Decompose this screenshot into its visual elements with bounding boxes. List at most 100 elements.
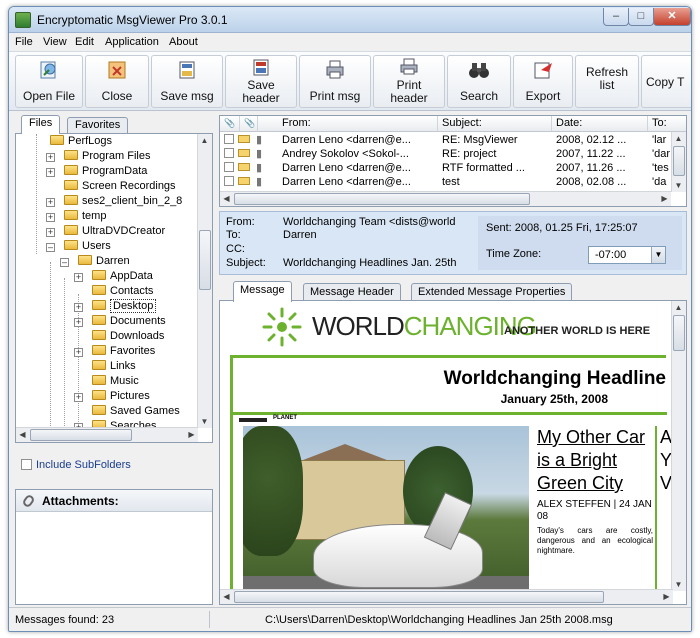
message-row[interactable]: ▮ Andrey Sokolov <Sokol-... RE: project … [220, 147, 671, 161]
search-button[interactable]: Search [447, 55, 511, 108]
column-header-attachment[interactable]: 📎 [240, 116, 258, 132]
expand-icon[interactable]: + [46, 228, 55, 237]
column-header-checkbox[interactable]: 📎 [220, 116, 240, 132]
tab-extended-properties[interactable]: Extended Message Properties [411, 283, 573, 301]
checkbox[interactable] [224, 134, 234, 144]
expand-icon[interactable]: + [46, 168, 55, 177]
checkbox[interactable] [224, 162, 234, 172]
expand-icon[interactable]: + [74, 348, 83, 357]
scroll-down-icon[interactable]: ▼ [672, 179, 685, 192]
tree-item[interactable]: Documents [92, 314, 166, 329]
expand-icon[interactable]: + [74, 393, 83, 402]
row-checkbox[interactable] [224, 175, 234, 189]
close-window-button[interactable]: ✕ [653, 8, 691, 26]
row-checkbox[interactable] [224, 133, 234, 147]
tree-item[interactable]: Program Files [64, 149, 150, 164]
tree-item[interactable]: PerfLogs [50, 134, 112, 149]
expand-icon[interactable]: + [74, 303, 83, 312]
message-row[interactable]: ▮ Darren Leno <darren@e... RTF formatted… [220, 161, 671, 175]
tree-item[interactable]: AppData [92, 269, 153, 284]
message-vertical-scrollbar[interactable]: ▲ ▼ [671, 301, 686, 591]
tree-horizontal-scrollbar[interactable]: ◀ ▶ [16, 427, 198, 442]
menu-file[interactable]: File [15, 36, 33, 48]
tree-item[interactable]: temp [64, 209, 106, 224]
tree-item[interactable]: Links [92, 359, 136, 374]
tree-item[interactable]: Downloads [92, 329, 164, 344]
message-row[interactable]: ▮ Darren Leno <darren@e... RE: MsgViewer… [220, 133, 671, 147]
export-button[interactable]: Export [513, 55, 573, 108]
tab-files[interactable]: Files [21, 115, 61, 134]
tree-item[interactable]: ses2_client_bin_2_8 [64, 194, 182, 209]
refresh-list-button[interactable]: Refresh list [575, 55, 639, 108]
tree-item[interactable]: Screen Recordings [64, 179, 176, 194]
scroll-left-icon[interactable]: ◀ [220, 192, 233, 205]
scroll-thumb[interactable] [30, 429, 132, 441]
article-title-link[interactable]: My Other Car is a Bright Green City [537, 426, 653, 495]
expand-icon[interactable]: + [46, 213, 55, 222]
tree-item-selected[interactable]: Desktop [92, 299, 157, 314]
minimize-button[interactable]: – [603, 8, 629, 26]
column-header-date[interactable]: Date: [552, 116, 648, 132]
close-button[interactable]: Close [85, 55, 149, 108]
include-subfolders-checkbox[interactable] [21, 459, 32, 470]
scroll-up-icon[interactable]: ▲ [672, 132, 685, 145]
scroll-up-icon[interactable]: ▲ [198, 134, 211, 147]
column-header-from[interactable]: From: [278, 116, 438, 132]
list-horizontal-scrollbar[interactable]: ◀ ▶ [220, 191, 671, 206]
expand-icon[interactable]: + [74, 318, 83, 327]
tab-favorites[interactable]: Favorites [67, 117, 129, 133]
collapse-icon[interactable]: – [46, 243, 55, 252]
open-file-button[interactable]: Open File [15, 55, 83, 108]
scroll-thumb[interactable] [234, 193, 530, 205]
tree-item[interactable]: ProgramData [64, 164, 147, 179]
article-photo[interactable] [243, 426, 529, 596]
list-vertical-scrollbar[interactable]: ▲ ▼ [671, 132, 686, 192]
tab-message-header[interactable]: Message Header [303, 283, 401, 301]
print-header-button[interactable]: Print header [373, 55, 445, 108]
tree-item[interactable]: Darren [78, 254, 130, 269]
message-row[interactable]: ▮ Darren Leno <darren@e... test 2008, 02… [220, 175, 671, 189]
save-msg-button[interactable]: Save msg [151, 55, 223, 108]
print-msg-button[interactable]: Print msg [299, 55, 371, 108]
scroll-right-icon[interactable]: ▶ [658, 192, 671, 205]
maximize-button[interactable]: □ [628, 8, 654, 26]
tree-item[interactable]: Saved Games [92, 404, 180, 419]
scroll-up-icon[interactable]: ▲ [672, 301, 685, 314]
timezone-select[interactable]: -07:00 ▼ [588, 246, 666, 264]
menu-edit[interactable]: Edit [75, 36, 94, 48]
row-checkbox[interactable] [224, 147, 234, 161]
column-header-to[interactable]: To: [648, 116, 686, 132]
scroll-left-icon[interactable]: ◀ [220, 590, 233, 603]
scroll-right-icon[interactable]: ▶ [185, 428, 198, 441]
copy-button[interactable]: Copy T [641, 55, 691, 108]
tree-item[interactable]: Contacts [92, 284, 153, 299]
menu-application[interactable]: Application [105, 36, 159, 48]
menu-view[interactable]: View [43, 36, 67, 48]
scroll-thumb[interactable] [199, 230, 211, 290]
menu-about[interactable]: About [169, 36, 198, 48]
expand-icon[interactable]: + [74, 273, 83, 282]
message-horizontal-scrollbar[interactable]: ◀ ▶ [220, 589, 673, 604]
scroll-thumb[interactable] [234, 591, 604, 603]
checkbox[interactable] [224, 176, 234, 186]
tree-item[interactable]: Users [64, 239, 111, 254]
expand-icon[interactable]: + [46, 153, 55, 162]
scroll-thumb[interactable] [673, 146, 685, 176]
expand-icon[interactable]: + [46, 198, 55, 207]
save-header-button[interactable]: Save header [225, 55, 297, 108]
scroll-right-icon[interactable]: ▶ [660, 590, 673, 603]
column-header-subject[interactable]: Subject: [438, 116, 552, 132]
chevron-down-icon[interactable]: ▼ [651, 247, 665, 263]
tab-message[interactable]: Message [233, 281, 292, 302]
scroll-left-icon[interactable]: ◀ [16, 428, 29, 441]
tree-item[interactable]: Pictures [92, 389, 150, 404]
row-checkbox[interactable] [224, 161, 234, 175]
scroll-thumb[interactable] [673, 315, 685, 351]
checkbox[interactable] [224, 148, 234, 158]
scroll-down-icon[interactable]: ▼ [672, 578, 685, 591]
tree-item[interactable]: Music [92, 374, 139, 389]
scroll-down-icon[interactable]: ▼ [198, 415, 211, 428]
collapse-icon[interactable]: – [60, 258, 69, 267]
title-bar[interactable]: Encryptomatic MsgViewer Pro 3.0.1 – □ ✕ [9, 7, 691, 33]
tree-item[interactable]: Favorites [92, 344, 155, 359]
